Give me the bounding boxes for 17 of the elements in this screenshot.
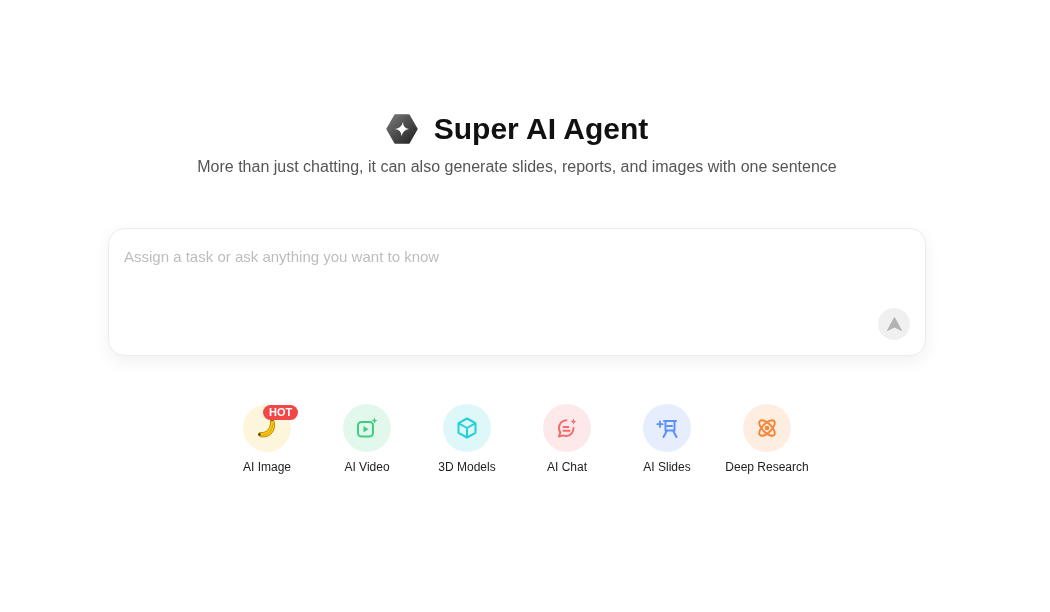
tool-button[interactable]: 3D Models [419,404,515,475]
arrow-up-icon [886,317,902,331]
page-title: Super AI Agent [433,111,649,147]
logo-icon [385,114,418,144]
tool-button[interactable]: AI Chat [519,404,615,475]
prompt-card[interactable]: Assign a task or ask anything you want to know [108,228,926,356]
cube-icon [443,404,491,452]
tool-button[interactable]: Deep Research [719,404,815,475]
tool-button[interactable]: AI Video [319,404,415,475]
task-input[interactable]: Assign a task or ask anything you want to know [124,246,910,308]
video-icon [343,404,391,452]
atom-icon [743,404,791,452]
page-subtitle: More than just chatting, it can also generate slides, reports, and images with one sentence [197,157,837,177]
tool-button[interactable]: AI Slides [619,404,715,475]
hot-badge: HOT [263,405,299,420]
chat-bubble-icon [543,404,591,452]
easel-icon [643,404,691,452]
